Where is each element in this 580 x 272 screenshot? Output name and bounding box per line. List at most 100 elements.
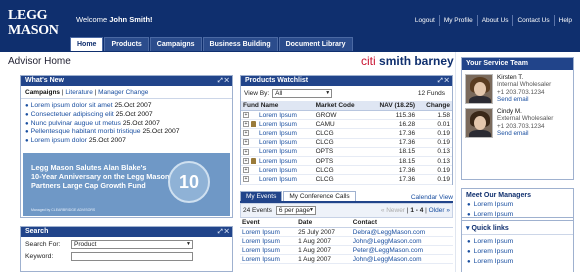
fund-name-link[interactable]: Lorem Ipsum xyxy=(259,139,297,146)
tab-products[interactable]: Products xyxy=(104,37,149,51)
contact-email-link[interactable]: John@LeggMason.com xyxy=(350,254,453,264)
list-item[interactable]: ● Lorem Ipsum xyxy=(467,200,568,210)
per-page-select[interactable]: 6 per page ▼ xyxy=(275,206,316,215)
logout-link[interactable]: Logout xyxy=(411,15,439,26)
table-row[interactable]: Lorem Ipsum 25 July 2007 Debra@LeggMason.c… xyxy=(240,227,453,237)
list-item[interactable]: ● Lorem Ipsum xyxy=(467,237,568,247)
fund-name-link[interactable]: Lorem Ipsum xyxy=(259,167,297,174)
tab-my-conference-calls[interactable]: My Conference Calls xyxy=(283,191,356,201)
member-name: Kirsten T. xyxy=(497,74,524,81)
change-value: 0.13 xyxy=(417,156,452,167)
list-item[interactable]: ● Nunc pulvinar augue ut metus 25.Oct 200… xyxy=(25,120,228,129)
newer-link[interactable]: « Newer xyxy=(381,207,405,214)
keyword-input[interactable] xyxy=(71,252,193,261)
event-link[interactable]: Lorem Ipsum xyxy=(240,227,297,237)
list-item[interactable]: ● Lorem ipsum dolor sit amet 25.Oct 2007 xyxy=(25,102,228,111)
calendar-view-link[interactable]: Calendar View xyxy=(411,194,453,201)
table-row[interactable]: + Lorem Ipsum CLCG 17.36 0.19 xyxy=(241,138,452,148)
list-item[interactable]: ● Lorem Ipsum xyxy=(467,257,568,267)
expand-icon[interactable]: + xyxy=(243,148,249,155)
market-code: CAMU xyxy=(313,119,368,130)
contact-email-link[interactable]: John@LeggMason.com xyxy=(350,236,453,246)
table-row[interactable]: + Lorem Ipsum CLCG 17.36 0.19 xyxy=(241,174,452,185)
expand-icon[interactable]: + xyxy=(243,111,249,118)
events-table: Event Date Contact Lorem Ipsum 25 July 20… xyxy=(240,218,453,264)
expand-icon[interactable]: + xyxy=(243,130,249,137)
expand-icon[interactable]: + xyxy=(243,176,249,183)
contact-email-link[interactable]: Debra@LeggMason.com xyxy=(350,227,453,237)
change-value: 1.58 xyxy=(417,110,452,121)
event-link[interactable]: Lorem Ipsum xyxy=(240,254,297,264)
search-for-select[interactable]: Product ▼ xyxy=(71,240,193,249)
older-link[interactable]: Older » xyxy=(429,207,450,214)
events-panel: My Events My Conference Calls Calendar V… xyxy=(240,191,453,272)
event-link[interactable]: Lorem Ipsum xyxy=(240,236,297,246)
column-header[interactable]: Contact xyxy=(350,218,453,228)
banner-footer: Managed by CLEARBRIDGE ADVISORS xyxy=(31,208,96,212)
anniversary-banner[interactable]: Legg Mason Salutes Alan Blake's 10-Year … xyxy=(23,153,230,216)
list-item[interactable]: ● Lorem Ipsum xyxy=(467,210,568,220)
table-row[interactable]: + Lorem Ipsum CLCG 17.36 0.19 xyxy=(241,165,452,176)
tab-home[interactable]: Home xyxy=(70,37,104,51)
send-email-link[interactable]: Send email xyxy=(497,130,553,137)
fund-name-link[interactable]: Lorem Ipsum xyxy=(259,148,297,155)
tab-business-building[interactable]: Business Building xyxy=(202,37,278,51)
panel-controls-icon[interactable]: ⤢ ✕ xyxy=(218,76,229,86)
table-row[interactable]: + Lorem Ipsum GROW 115.36 1.58 xyxy=(241,110,452,121)
tab-document-library[interactable]: Document Library xyxy=(278,37,353,51)
list-item[interactable]: ● Lorem ipsum dolor 25.Oct 2007 xyxy=(25,137,228,146)
fund-name-link[interactable]: Lorem Ipsum xyxy=(259,176,297,183)
tab-literature-filter[interactable]: Literature xyxy=(65,89,92,96)
expand-icon[interactable]: + xyxy=(243,139,249,146)
nav-value: 115.36 xyxy=(367,110,418,121)
tab-manager-change-filter[interactable]: Manager Change xyxy=(98,89,148,96)
tab-my-events[interactable]: My Events xyxy=(240,191,283,201)
bullet-icon: ● xyxy=(25,129,29,136)
panel-controls-icon[interactable]: ⤢ ✕ xyxy=(438,76,449,86)
tab-campaigns-filter[interactable]: Campaigns xyxy=(25,89,60,96)
help-link[interactable]: Help xyxy=(553,15,576,26)
table-row[interactable]: Lorem Ipsum 1 Aug 2007 John@LeggMason.com xyxy=(240,236,453,246)
list-item[interactable]: ● Pellentesque habitant morbi tristique 2… xyxy=(25,128,228,137)
column-header[interactable]: Fund Name xyxy=(241,101,314,111)
contact-email-link[interactable]: Peter@LeggMason.com xyxy=(350,245,453,255)
whats-new-list: ● Lorem ipsum dolor sit amet 25.Oct 2007 … xyxy=(21,99,232,149)
fund-name-link[interactable]: Lorem Ipsum xyxy=(259,121,297,128)
event-date: 1 Aug 2007 xyxy=(296,236,351,246)
list-item[interactable]: ● Lorem Ipsum xyxy=(467,247,568,257)
fund-name-link[interactable]: Lorem Ipsum xyxy=(259,130,297,137)
table-row[interactable]: Lorem Ipsum 1 Aug 2007 Peter@LeggMason.com xyxy=(240,245,453,255)
about-us-link[interactable]: About Us xyxy=(476,15,513,26)
column-header[interactable]: Change xyxy=(417,101,452,111)
fund-name-link[interactable]: Lorem Ipsum xyxy=(259,158,297,165)
column-header[interactable]: Market Code xyxy=(313,101,368,111)
bullet-icon: ● xyxy=(467,259,471,265)
panel-controls-icon[interactable]: ⤢ ✕ xyxy=(218,227,229,237)
column-header[interactable]: Event xyxy=(240,218,297,228)
table-row[interactable]: + Lorem Ipsum CAMU 16.28 0.01 xyxy=(241,119,452,130)
table-row[interactable]: + Lorem Ipsum OPTS 18.15 0.13 xyxy=(241,156,452,167)
my-profile-link[interactable]: My Profile xyxy=(438,15,477,26)
chevron-down-icon[interactable]: ▾ xyxy=(466,225,470,232)
member-phone: +1 203.703.1234 xyxy=(497,88,545,96)
watchlist-table: Fund Name Market Code NAV (18.25) Change… xyxy=(241,101,452,185)
event-link[interactable]: Lorem Ipsum xyxy=(240,245,297,255)
legg-mason-logo[interactable]: LEGG MASON xyxy=(8,8,66,42)
table-row[interactable]: + Lorem Ipsum OPTS 18.15 0.13 xyxy=(241,147,452,157)
table-row[interactable]: Lorem Ipsum 1 Aug 2007 John@LeggMason.com xyxy=(240,254,453,264)
chevron-down-icon: ▼ xyxy=(325,90,331,96)
fund-name-link[interactable]: Lorem Ipsum xyxy=(259,112,297,119)
expand-icon[interactable]: + xyxy=(243,157,249,164)
expand-icon[interactable]: + xyxy=(243,167,249,173)
column-header[interactable]: Date xyxy=(296,218,351,228)
list-item[interactable]: ● Consectetuer adipiscing elit 25.Oct 200… xyxy=(25,111,228,120)
column-header[interactable]: NAV (18.25) xyxy=(367,101,418,111)
contact-us-link[interactable]: Contact Us xyxy=(512,15,553,26)
tab-campaigns[interactable]: Campaigns xyxy=(149,37,202,51)
nav-value: 17.36 xyxy=(367,174,418,185)
expand-icon[interactable]: + xyxy=(243,121,249,128)
send-email-link[interactable]: Send email xyxy=(497,96,551,103)
view-by-select[interactable]: All ▼ xyxy=(272,89,333,98)
table-row[interactable]: + Lorem Ipsum CLCG 17.36 0.19 xyxy=(241,128,452,139)
